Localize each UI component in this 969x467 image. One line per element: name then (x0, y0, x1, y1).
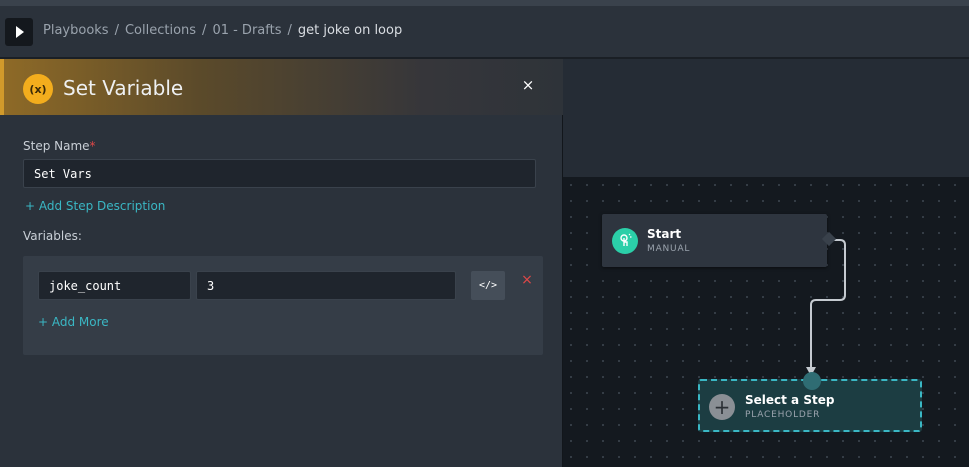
breadcrumb-separator: / (202, 23, 207, 38)
add-step-description-link[interactable]: + Add Step Description (25, 199, 165, 213)
breadcrumb-separator: / (287, 23, 292, 38)
start-node[interactable]: Start MANUAL (602, 214, 837, 267)
required-mark: * (89, 139, 96, 153)
touch-icon (612, 228, 638, 254)
canvas-toolbar-area (563, 59, 969, 177)
play-triangle-icon (16, 26, 24, 38)
start-node-subtitle: MANUAL (647, 244, 691, 254)
placeholder-node-subtitle: PLACEHOLDER (745, 410, 821, 420)
variables-label: Variables: (23, 229, 82, 243)
variable-name-input[interactable] (38, 271, 191, 300)
top-bar: Playbooks / Collections / 01 - Drafts / … (0, 0, 969, 59)
step-name-input[interactable] (23, 159, 536, 188)
input-port[interactable] (803, 372, 821, 390)
placeholder-node-title: Select a Step (745, 393, 835, 407)
breadcrumb: Playbooks / Collections / 01 - Drafts / … (43, 23, 402, 38)
variable-icon: (x) (23, 74, 53, 104)
plus-icon: + (709, 394, 735, 420)
placeholder-node[interactable]: + Select a Step PLACEHOLDER (698, 372, 922, 432)
start-node-title: Start (647, 227, 682, 241)
sidebar-toggle-button[interactable] (5, 18, 33, 46)
panel-header: (x) Set Variable × (0, 59, 563, 115)
step-name-label: Step Name* (23, 139, 96, 153)
code-icon[interactable]: </> (471, 271, 505, 300)
variable-value-input[interactable] (196, 271, 456, 300)
remove-icon[interactable]: × (520, 273, 534, 287)
breadcrumb-separator: / (114, 23, 119, 38)
close-icon[interactable]: × (518, 75, 538, 95)
breadcrumb-drafts[interactable]: 01 - Drafts (212, 23, 281, 38)
breadcrumb-collections[interactable]: Collections (125, 23, 196, 38)
breadcrumb-current: get joke on loop (297, 23, 403, 38)
breadcrumb-playbooks[interactable]: Playbooks (43, 23, 109, 38)
variables-box: </> × + Add More (23, 256, 543, 355)
add-more-link[interactable]: + Add More (38, 315, 109, 329)
step-name-label-text: Step Name (23, 139, 90, 153)
set-variable-panel: (x) Set Variable × Step Name* + Add Step… (0, 59, 563, 467)
panel-title: Set Variable (63, 76, 184, 100)
